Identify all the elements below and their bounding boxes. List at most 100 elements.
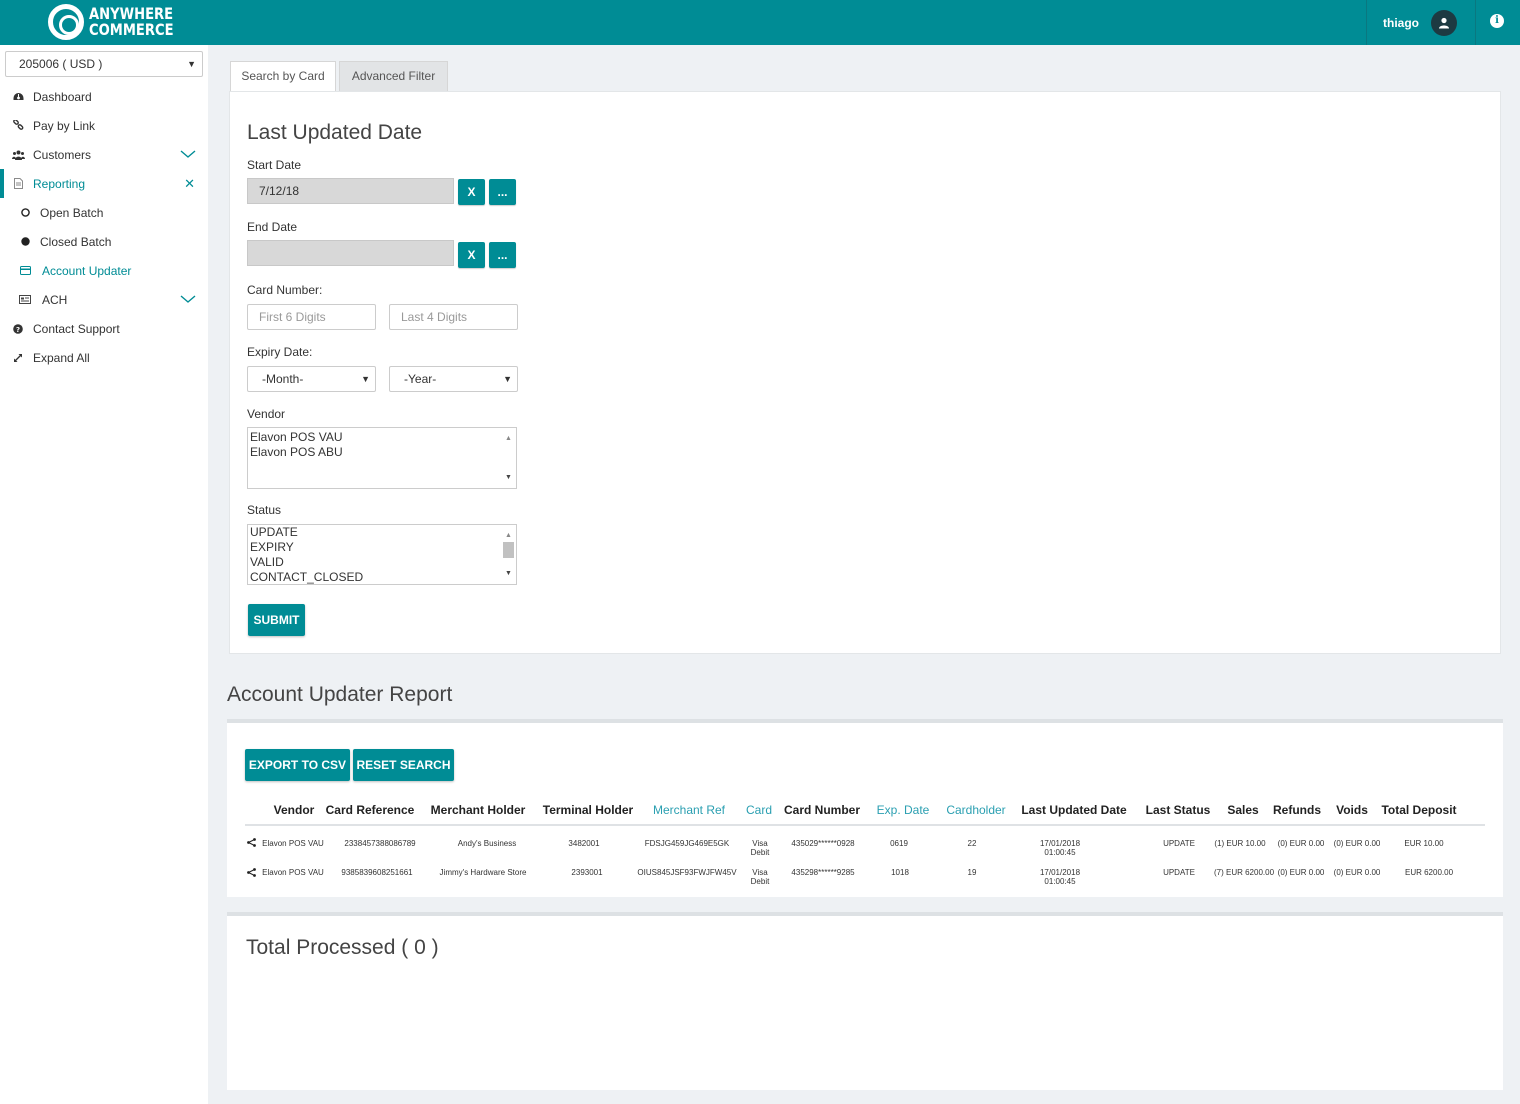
status-label: Status [247, 503, 282, 517]
cell-voids: (0) EUR 0.00 [1333, 868, 1381, 877]
info-icon[interactable]: i [1490, 14, 1504, 28]
first-6-digits-input[interactable]: First 6 Digits [247, 304, 376, 330]
column-header-merchant-ref[interactable]: Merchant Ref [653, 803, 725, 817]
vendor-option[interactable]: Elavon POS ABU [250, 445, 516, 460]
user-name: thiago [1383, 15, 1419, 30]
sidebar-item-reporting[interactable]: Reporting ✕ [0, 169, 208, 198]
logo-icon [48, 4, 84, 40]
sidebar-item-customers[interactable]: Customers [0, 140, 208, 169]
status-listbox[interactable]: UPDATE EXPIRY VALID CONTACT_CLOSED ▲ ▼ [247, 524, 517, 585]
clear-start-date-button[interactable]: X [458, 179, 485, 205]
year-value: -Year- [404, 372, 437, 386]
expiry-month-select[interactable]: -Month- ▼ [247, 366, 376, 392]
sidebar-item-label: Account Updater [42, 263, 132, 278]
expiry-year-select[interactable]: -Year- ▼ [389, 366, 518, 392]
scroll-up-icon[interactable]: ▲ [505, 431, 512, 446]
user-avatar-icon[interactable] [1431, 9, 1457, 36]
clear-end-date-button[interactable]: X [458, 242, 485, 268]
end-date-input[interactable] [247, 240, 454, 266]
export-csv-button[interactable]: EXPORT TO CSV [245, 749, 350, 781]
cell-sales: (7) EUR 6200.00 [1213, 868, 1275, 877]
vendor-listbox[interactable]: Elavon POS VAU Elavon POS ABU ▲ ▼ [247, 427, 517, 489]
currency-value: 205006 ( USD ) [19, 57, 103, 71]
reset-search-button[interactable]: RESET SEARCH [353, 749, 454, 781]
start-date-picker-button[interactable]: ... [489, 179, 516, 205]
filled-circle-icon [18, 237, 32, 246]
share-icon[interactable] [247, 868, 256, 877]
cell-merchant-ref: OIUS845JSF93FWJFW45V [637, 868, 737, 877]
sidebar-item-label: ACH [42, 292, 68, 307]
cell-card-reference: 2338457388086789 [344, 839, 416, 848]
column-header-last-updated-date: Last Updated Date [1021, 803, 1127, 817]
vendor-scrollbar[interactable]: ▲ ▼ [501, 428, 516, 488]
vendor-option[interactable]: Elavon POS VAU [250, 430, 516, 445]
column-header-terminal-holder: Terminal Holder [542, 803, 634, 817]
column-header-sales: Sales [1227, 803, 1259, 817]
tab-label: Advanced Filter [351, 69, 436, 83]
sidebar-item-open-batch[interactable]: Open Batch [0, 198, 208, 227]
cell-card: Visa Debit [751, 839, 770, 857]
month-value: -Month- [262, 372, 304, 386]
chevron-down-icon[interactable] [180, 293, 196, 307]
sidebar-item-closed-batch[interactable]: Closed Batch [0, 227, 208, 256]
column-header-card[interactable]: Card [746, 803, 772, 817]
dashboard-icon [11, 92, 25, 102]
status-option[interactable]: CONTACT_CLOSED [250, 570, 516, 585]
updated-time: 01:00:45 [1044, 877, 1076, 886]
sidebar-item-ach[interactable]: ACH [0, 285, 208, 314]
column-header-cardholder[interactable]: Cardholder [946, 803, 1005, 817]
submit-button[interactable]: SUBMIT [248, 604, 305, 636]
merchant-currency-select[interactable]: 205006 ( USD ) ▼ [5, 51, 203, 77]
cell-vendor: Elavon POS VAU [262, 839, 324, 848]
status-scrollbar[interactable]: ▲ ▼ [501, 525, 516, 584]
share-icon[interactable] [247, 838, 256, 847]
caret-down-icon: ▼ [361, 374, 370, 384]
report-title: Account Updater Report [227, 683, 453, 706]
sidebar-item-label: Pay by Link [33, 118, 96, 133]
scroll-down-icon[interactable]: ▼ [505, 566, 512, 581]
user-menu[interactable]: thiago [1366, 0, 1476, 45]
close-icon[interactable]: ✕ [184, 176, 195, 192]
start-date-input[interactable]: 7/12/18 [247, 178, 454, 204]
cell-last-status: UPDATE [1163, 868, 1195, 877]
cell-merchant-holder: Jimmy's Hardware Store [439, 868, 527, 877]
status-option[interactable]: UPDATE [250, 525, 516, 540]
scroll-up-icon[interactable]: ▲ [505, 528, 512, 543]
end-date-label: End Date [247, 220, 298, 234]
card-brand: Visa [752, 839, 768, 848]
cell-terminal-holder: 2393001 [571, 868, 603, 877]
users-icon [11, 150, 25, 160]
scroll-thumb[interactable] [503, 542, 514, 558]
tab-advanced-filter[interactable]: Advanced Filter [339, 61, 448, 91]
column-header-exp-date[interactable]: Exp. Date [877, 803, 930, 817]
cell-exp-date: 1018 [891, 868, 909, 877]
document-icon [11, 178, 25, 189]
sidebar-item-label: Customers [33, 147, 92, 162]
sidebar-item-contact-support[interactable]: ? Contact Support [0, 314, 208, 343]
brand-logo[interactable]: ANYWHERE COMMERCE [48, 4, 192, 40]
status-option[interactable]: EXPIRY [250, 540, 516, 555]
cell-merchant-ref: FDSJG459JG469E5GK [644, 839, 730, 848]
cell-last-updated-date: 17/01/2018 01:00:45 [1040, 868, 1080, 886]
sidebar-item-account-updater[interactable]: Account Updater [0, 256, 208, 285]
status-option[interactable]: VALID [250, 555, 516, 570]
chevron-down-icon[interactable] [180, 148, 196, 162]
section-title: Last Updated Date [247, 121, 423, 144]
card-brand: Visa [752, 868, 768, 877]
tab-label: Search by Card [241, 69, 325, 83]
scroll-down-icon[interactable]: ▼ [505, 470, 512, 485]
cell-sales: (1) EUR 10.00 [1214, 839, 1266, 848]
cell-exp-date: 0619 [890, 839, 908, 848]
sidebar-item-pay-by-link[interactable]: Pay by Link [0, 111, 208, 140]
cell-card-number: 435029******0928 [791, 839, 855, 848]
tab-search-by-card[interactable]: Search by Card [230, 61, 336, 91]
sidebar: 205006 ( USD ) ▼ Dashboard Pay by Link C… [0, 45, 208, 1104]
bank-check-icon [18, 295, 32, 304]
updated-time: 01:00:45 [1044, 848, 1076, 857]
sidebar-item-dashboard[interactable]: Dashboard [0, 82, 208, 111]
sidebar-item-expand-all[interactable]: Expand All [0, 343, 208, 372]
last-4-digits-input[interactable]: Last 4 Digits [389, 304, 518, 330]
card-number-label: Card Number: [247, 283, 323, 297]
column-header-last-status: Last Status [1145, 803, 1211, 817]
end-date-picker-button[interactable]: ... [489, 242, 516, 268]
